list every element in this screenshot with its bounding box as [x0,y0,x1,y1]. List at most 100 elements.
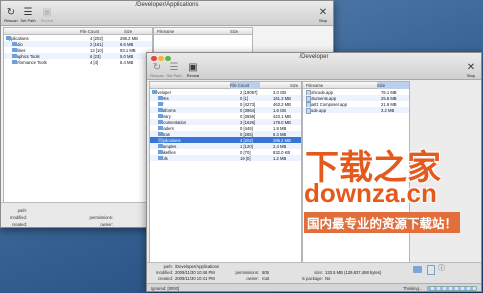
tree-row-count: 0 [70] [240,149,251,155]
file-row-size: 3.2 MB [381,107,395,113]
stop-icon: ✕ [466,62,476,73]
tree-row-count: 0 [4273] [240,101,256,107]
tree-row-count: 19 [0] [240,155,251,161]
status-ignored: Ignored: [0000] [151,285,180,291]
size-column[interactable]: Size [124,29,132,34]
folder-icon [158,126,163,130]
folder-icon [158,144,163,148]
tree-row-size: 463.3 MB [273,101,291,107]
folder-icon [413,266,422,273]
reveal-icon: ▣ [188,62,198,73]
folder-icon [12,48,17,52]
rescan-button[interactable]: ↻ Rescan [3,7,19,24]
rescan-button[interactable]: ↻ Rescan [149,62,165,79]
folder-icon [158,96,163,100]
back-tree-header: File Count Size [4,28,152,35]
folder-icon [12,42,17,46]
file-row-name: Instruments.app [306,96,336,103]
tree-row-size: 5.0 MB [120,53,134,59]
file-count-column[interactable]: File Count [230,82,260,89]
tree-row-label: Performance Tools [12,59,47,65]
tree-row-size: 178.0 MB [273,119,291,125]
folder-icon [158,120,163,124]
front-file-header: Filename Size [303,82,409,89]
back-tree-pane[interactable]: File Count Size ▼Applications 4 [202] 286.… [3,27,153,203]
back-title-bar: /Developer/Applications ↻ Rescan ☰ Set P… [1,1,333,26]
set-path-button[interactable]: ☰ Set Path [165,62,183,79]
created-label: created: [11,222,27,227]
file-row[interactable]: Xcode.app 3.2 MB [303,107,409,115]
folder-icon [12,60,17,64]
file-count-column[interactable]: File Count [80,29,99,34]
file-row-size: 76.1 MB [381,89,397,95]
rescan-icon: ↻ [152,62,162,73]
tree-row-name: ▶Tools [158,156,168,161]
folder-icon [158,150,163,154]
folder-icon [6,36,11,40]
set-path-button[interactable]: ☰ Set Path [19,8,37,24]
size-value: 133.5 MB (139,837,488 bytes) [325,270,382,275]
file-row-size: 21.9 MB [381,101,397,107]
document-icon [427,265,435,275]
tree-row-name: ▶Documentation [158,120,186,125]
folder-icon [152,90,157,94]
tree-row-count: 0 [3559] [240,113,256,119]
tree-row-size: 6.3 MB [273,131,287,137]
info-icon: ⓘ [438,265,445,272]
folder-icon [158,114,163,118]
tree-row-size: 1.2 MB [273,155,287,161]
tree-row[interactable]: ▶Tools 19 [0] 1.2 MB [150,155,301,161]
tree-row-size: 93.1 MB [120,47,136,53]
tree-row[interactable]: ▶Performance Tools 4 [4] 8.4 MB [4,59,152,65]
watermark-domain: downza.cn [304,178,437,208]
tree-row-count: 4 [202] [240,137,253,143]
permissions-value: 505 [262,270,269,275]
stop-button[interactable]: ✕ Stop [463,62,479,79]
permissions-label: permissions: [89,215,113,220]
tree-row-name: ▶Headers [158,126,174,131]
front-window-title: /Developer [299,54,329,60]
progress-bar [427,286,477,291]
size-label: size: [314,270,323,275]
tree-row-size: 8.4 MB [120,59,134,65]
file-row-name: Quartz Composer.app [306,102,347,109]
modified-value: 2009/11/30 10:46 PM [175,270,215,275]
filename-column[interactable]: Filename [157,29,174,34]
created-value: 2009/11/30 10:41 PM [175,276,215,281]
rescan-icon: ↻ [6,7,16,18]
tree-row-name: ▶Graphics Tools [12,54,40,59]
front-title-bar: /Developer ↻ Rescan ☰ Set Path ▣ Reveal … [147,53,481,80]
front-tree-pane[interactable]: File Count Size ▼Developer 2 [19087] 3.0 G… [149,81,302,263]
path-label: path: [17,208,27,213]
is-package-value: No [325,276,331,281]
list-icon: ☰ [169,62,179,73]
tree-row-size: 9.6 MB [120,41,134,47]
reveal-button[interactable]: ▣ Reveal [185,62,201,79]
size-column[interactable]: Size [290,83,298,88]
tree-row-name: ▶Utilities [12,48,26,53]
tree-row-name: ▼Applications [6,36,29,41]
file-size-column[interactable]: Size [230,29,238,34]
back-file-header: Filename Size [154,28,252,35]
reveal-button[interactable]: ▣ Reveal [39,7,55,24]
app-icon [306,108,311,115]
tree-row-count: 3 [1626] [240,119,256,125]
reveal-icon: ▣ [42,7,52,18]
stop-button[interactable]: ✕ Stop [315,8,331,24]
tree-row-count: 4 [202] [90,35,103,41]
file-size-column[interactable]: Size [377,82,409,89]
status-bar: Ignored: [0000] Thinking... [147,283,481,291]
tree-row-name: ▶usr [158,102,164,107]
folder-icon [158,156,163,160]
front-tree-header: File Count Size [150,82,301,89]
modified-label: modified: [10,215,27,220]
tree-row-count: 4 [4] [90,59,99,65]
tree-row-count: 0 [3964] [240,107,256,113]
file-row-name: Xcode.app [306,108,326,115]
tree-row-name: ▶Audio [12,42,23,47]
tree-row-name: ▶Applications [158,138,181,143]
modified-label: modified: [156,270,173,275]
tree-row-name: ▶Makefiles [158,150,176,155]
owner-label: owner: [246,276,259,281]
filename-column[interactable]: Filename [306,83,323,88]
